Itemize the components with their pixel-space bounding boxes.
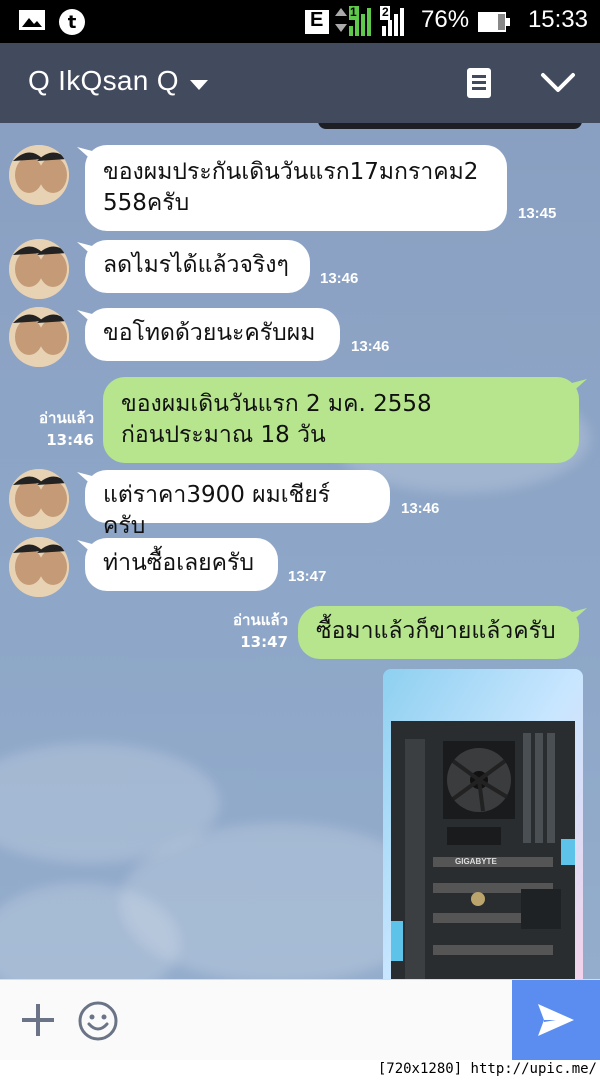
message-text-line: ซื้อมาแล้วก็ขายแล้วครับ	[316, 618, 556, 644]
message-time: 13:45	[518, 205, 557, 222]
message-text-line: 558ครับ	[103, 190, 190, 216]
chevron-down-icon[interactable]	[540, 71, 576, 99]
image-message[interactable]: GIGABYTE	[383, 669, 583, 979]
message-text-line: ขอโทดด้วยนะครับผม	[103, 320, 316, 346]
read-label: อ่านแล้ว	[233, 611, 288, 629]
avatar-photo-icon	[9, 239, 69, 299]
status-bar: t E 1 2 76% 15:33	[0, 0, 600, 43]
message-bubble-incoming[interactable]: ขอโทดด้วยนะครับผม	[85, 308, 340, 361]
message-text-line: ก่อนประมาณ 18 วัน	[121, 422, 326, 448]
watermark: [720x1280] http://upic.me/	[377, 1061, 597, 1077]
message-text-line: ลดไมรได้แล้วจริงๆ	[103, 252, 289, 278]
chat-header: Q IkQsan Q	[0, 43, 600, 123]
read-receipt: อ่านแล้ว 13:47	[216, 609, 288, 653]
message-text-line: ของผมเดินวันแรก 2 มค. 2558	[121, 391, 432, 417]
plus-icon[interactable]	[18, 1000, 58, 1044]
message-time: 13:47	[240, 633, 288, 651]
notes-icon[interactable]	[465, 67, 493, 103]
svg-text:t: t	[68, 12, 77, 33]
message-text-line: แต่ราคา3900 ผมเชียร์ครับ	[103, 482, 331, 539]
message-text-line: ของผมประกันเดินวันแรก17มกราคม2	[103, 159, 479, 185]
image-brand-label: GIGABYTE	[455, 857, 497, 866]
message-bubble-incoming[interactable]: ท่านซื้อเลยครับ	[85, 538, 278, 591]
read-receipt: อ่านแล้ว 13:46	[22, 407, 94, 451]
message-bubble-outgoing[interactable]: ซื้อมาแล้วก็ขายแล้วครับ	[298, 606, 579, 659]
message-time: 13:46	[351, 338, 390, 355]
sim2-label: 2	[382, 5, 389, 19]
message-bubble-incoming[interactable]: ลดไมรได้แล้วจริงๆ	[85, 240, 310, 293]
battery-icon	[478, 10, 512, 38]
tumblr-icon: t	[57, 7, 87, 41]
previous-image-edge	[318, 123, 582, 129]
message-time: 13:47	[288, 568, 327, 585]
avatar-photo-icon	[9, 145, 69, 205]
message-bubble-incoming[interactable]: แต่ราคา3900 ผมเชียร์ครับ	[85, 470, 390, 539]
network-type: E	[310, 9, 324, 31]
avatar[interactable]	[9, 145, 69, 205]
avatar[interactable]	[9, 239, 69, 299]
avatar-photo-icon	[9, 537, 69, 597]
dropdown-caret-icon[interactable]	[190, 77, 208, 96]
message-time: 13:46	[46, 431, 94, 449]
message-time: 13:46	[401, 500, 440, 517]
motherboard-photo-icon	[383, 669, 583, 979]
send-icon	[538, 1004, 574, 1036]
message-bubble-outgoing[interactable]: ของผมเดินวันแรก 2 มค. 2558 ก่อนประมาณ 18…	[103, 377, 579, 463]
avatar-photo-icon	[9, 307, 69, 367]
chat-area[interactable]: ของผมประกันเดินวันแรก17มกราคม2 558ครับ 1…	[0, 123, 600, 979]
sim1-label: 1	[350, 5, 357, 19]
message-input[interactable]	[130, 992, 504, 1050]
avatar-photo-icon	[9, 469, 69, 529]
avatar[interactable]	[9, 537, 69, 597]
clock: 15:33	[527, 6, 588, 33]
battery-percent: 76%	[421, 6, 470, 33]
read-label: อ่านแล้ว	[39, 409, 94, 427]
avatar[interactable]	[9, 469, 69, 529]
watermark-bar: [720x1280] http://upic.me/	[0, 1060, 600, 1081]
message-time: 13:46	[320, 270, 359, 287]
avatar[interactable]	[9, 307, 69, 367]
message-bubble-incoming[interactable]: ของผมประกันเดินวันแรก17มกราคม2 558ครับ	[85, 145, 507, 231]
message-text-line: ท่านซื้อเลยครับ	[103, 550, 254, 576]
gallery-icon	[18, 8, 46, 36]
chat-title[interactable]: Q IkQsan Q	[28, 65, 179, 97]
message-input-bar	[0, 979, 600, 1061]
smiley-icon[interactable]	[77, 1000, 119, 1046]
send-button[interactable]	[512, 980, 600, 1061]
